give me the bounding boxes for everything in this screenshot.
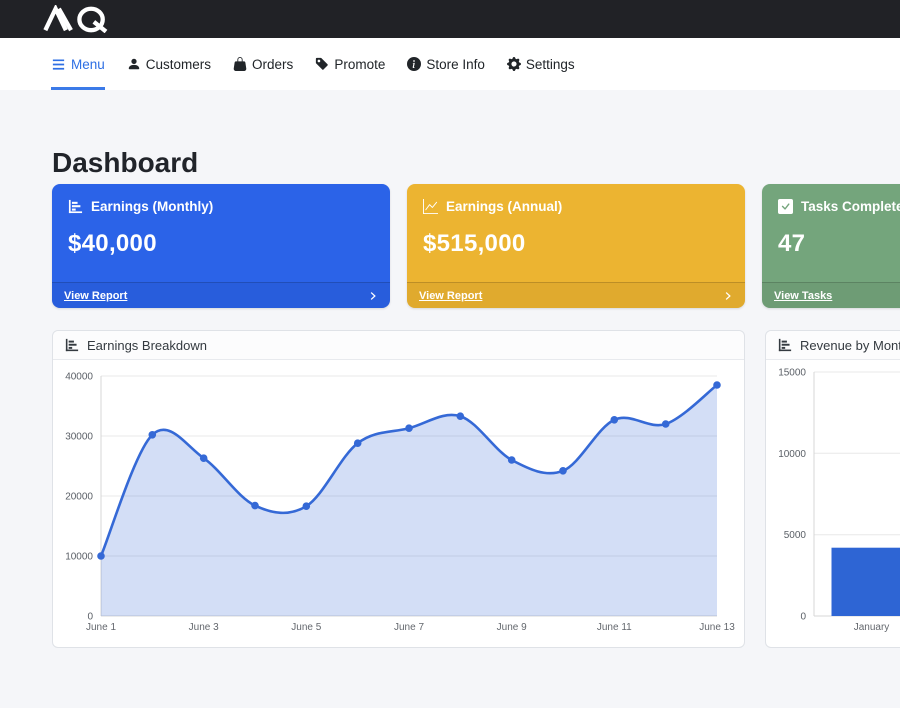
svg-text:June 11: June 11 [597,622,632,633]
svg-text:June 3: June 3 [189,622,219,633]
svg-text:20000: 20000 [65,492,93,503]
top-bar [0,0,900,38]
hamburger-icon [51,57,66,72]
nav-item-customers[interactable]: Customers [127,38,211,90]
view-tasks-link[interactable]: View Tasks [762,282,900,308]
nav-item-label: Store Info [426,57,485,72]
nav-item-label: Orders [252,57,293,72]
svg-text:June 5: June 5 [291,622,321,633]
chevron-right-icon [723,291,733,301]
chevron-right-icon [368,291,378,301]
card-value: $515,000 [423,230,729,258]
view-report-link[interactable]: View Report [407,282,745,308]
gear-icon [507,57,521,71]
check-square-icon [778,199,793,214]
brand-logo-icon [40,5,116,33]
card-link-label: View Report [64,290,127,302]
nav-item-label: Promote [334,57,385,72]
stat-cards-row: Earnings (Monthly) $40,000 View Report E… [52,184,900,308]
nav-item-settings[interactable]: Settings [507,38,575,90]
svg-text:10000: 10000 [65,552,93,563]
revenue-by-month-panel: Revenue by Month 0 5000 10000 15000 January [765,330,900,648]
bag-icon [233,57,247,71]
svg-text:0: 0 [87,612,93,623]
panel-title: Earnings Breakdown [87,338,207,353]
earnings-breakdown-panel: Earnings Breakdown 0 10000 20000 30000 40000… [52,330,745,648]
card-title: Tasks Completed [801,199,900,214]
nav-item-label: Customers [146,57,211,72]
bar-chart-icon [68,199,83,214]
nav-item-menu[interactable]: Menu [51,38,105,90]
svg-text:0: 0 [800,612,806,623]
card-earnings-annual: Earnings (Annual) $515,000 View Report [407,184,745,308]
card-link-label: View Report [419,290,482,302]
tag-icon [315,57,329,71]
card-value: $40,000 [68,230,374,258]
nav-item-label: Menu [71,57,105,72]
svg-text:30000: 30000 [65,432,93,443]
card-link-label: View Tasks [774,290,832,302]
svg-text:June 13: June 13 [699,622,735,633]
svg-text:5000: 5000 [784,530,807,541]
card-earnings-monthly: Earnings (Monthly) $40,000 View Report [52,184,390,308]
nav-item-orders[interactable]: Orders [233,38,293,90]
panel-title: Revenue by Month [800,338,900,353]
line-chart-icon [423,199,438,214]
info-icon [407,57,421,71]
nav-item-store-info[interactable]: Store Info [407,38,485,90]
main-nav: Menu Customers Orders Promote Store Info… [0,38,900,90]
svg-text:June 9: June 9 [497,622,527,633]
svg-text:January: January [854,622,890,633]
page-title: Dashboard [52,148,900,178]
charts-row: Earnings Breakdown 0 10000 20000 30000 40000… [52,330,900,648]
svg-text:10000: 10000 [778,449,806,460]
svg-text:June 1: June 1 [86,622,116,633]
app-window: Menu Customers Orders Promote Store Info… [0,0,900,708]
svg-text:40000: 40000 [65,372,93,383]
nav-item-promote[interactable]: Promote [315,38,385,90]
bar-chart-icon [778,338,792,352]
person-icon [127,57,141,71]
svg-text:15000: 15000 [778,368,806,379]
earnings-line-chart: 0 10000 20000 30000 40000 June 1 June 3 June 5 J… [53,360,744,647]
card-title: Earnings (Monthly) [91,199,213,214]
card-title: Earnings (Annual) [446,199,562,214]
bar-chart-icon [65,338,79,352]
nav-item-label: Settings [526,57,575,72]
card-value: 47 [778,230,900,258]
svg-text:June 7: June 7 [394,622,424,633]
view-report-link[interactable]: View Report [52,282,390,308]
card-tasks-completed: Tasks Completed 47 View Tasks [762,184,900,308]
brand-logo[interactable] [40,5,116,33]
revenue-bar-chart: 0 5000 10000 15000 January [766,360,900,647]
